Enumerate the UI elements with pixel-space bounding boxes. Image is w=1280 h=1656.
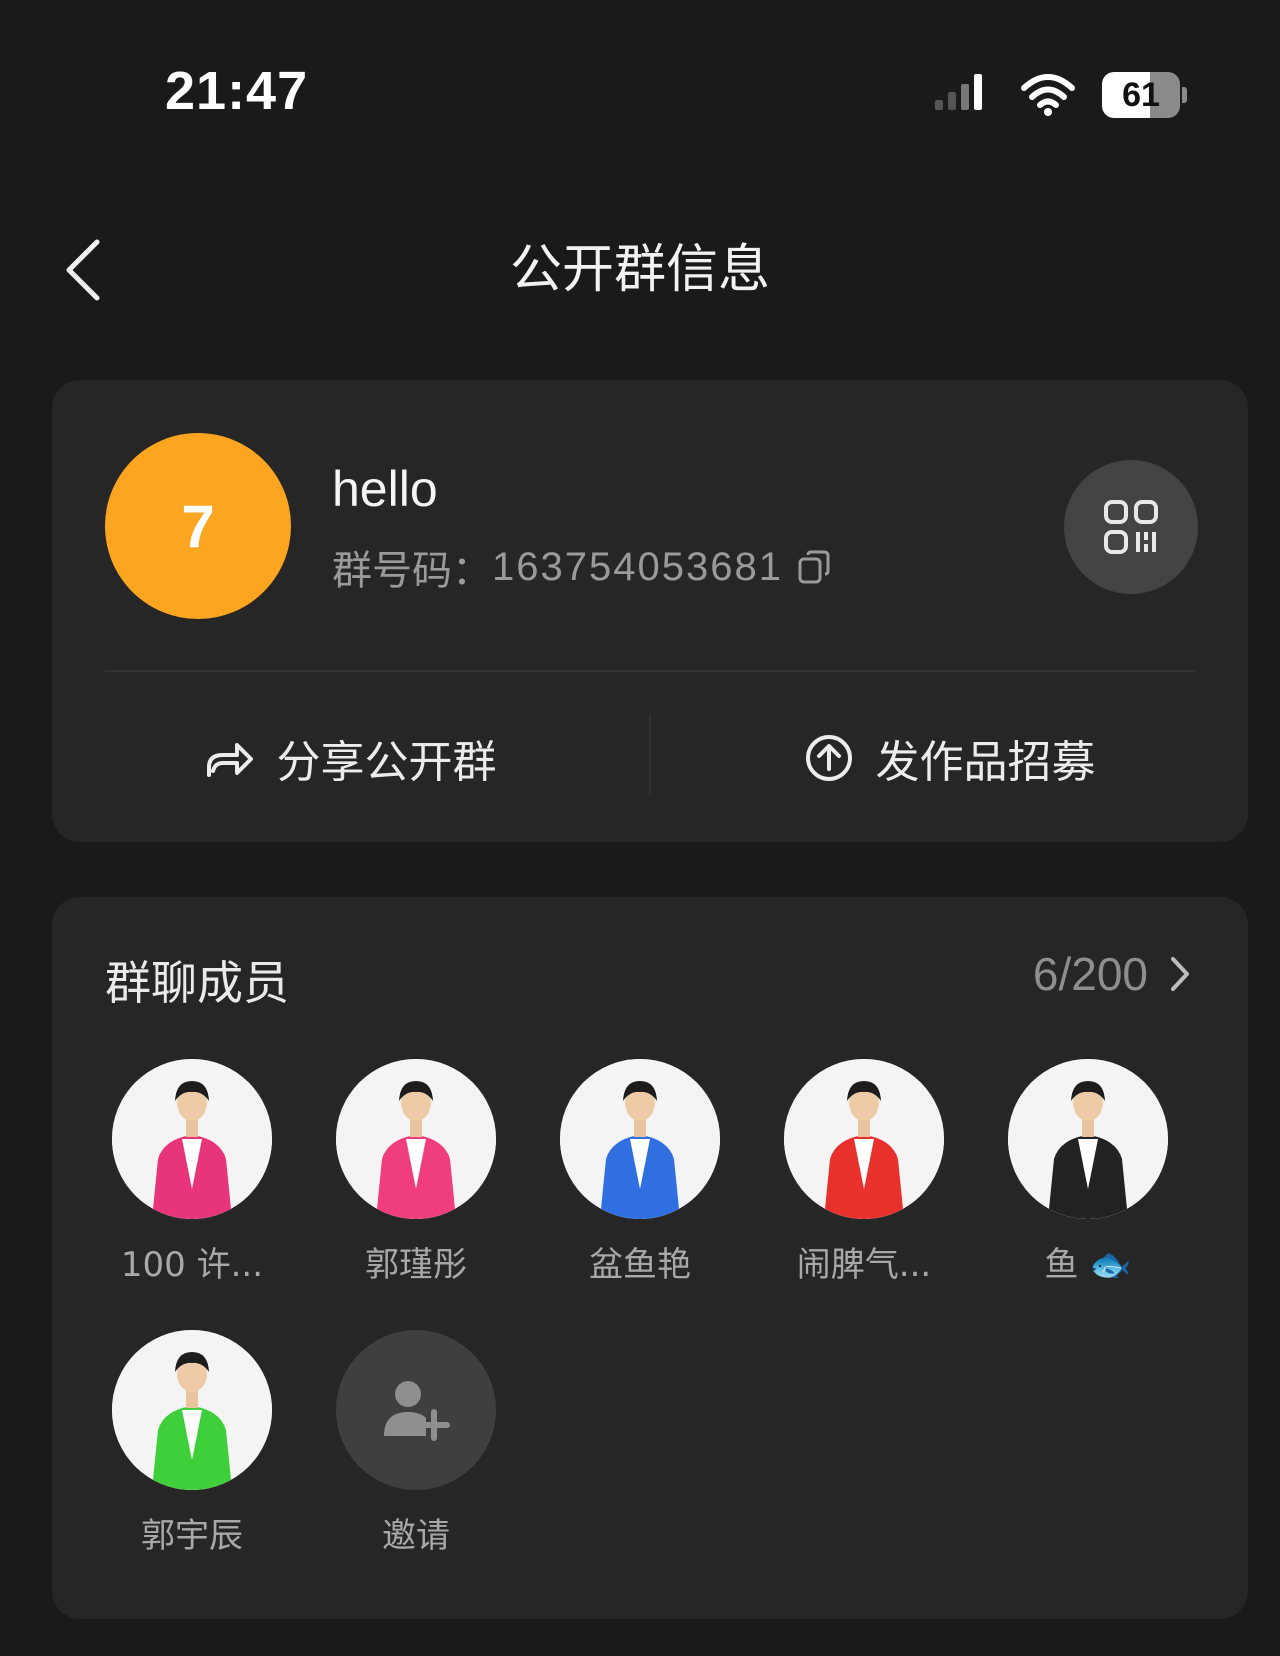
add-user-icon <box>384 1381 450 1441</box>
member-name: 郭宇辰 <box>141 1516 243 1556</box>
battery-body: 61 <box>1102 72 1180 118</box>
status-bar: 21:47 61 <box>0 0 1280 190</box>
group-id-row: 群号码： 163754053681 <box>332 538 831 596</box>
member-avatar <box>560 1059 720 1219</box>
group-avatar[interactable]: 7 <box>105 433 291 619</box>
share-group-button[interactable]: 分享公开群 <box>52 710 649 806</box>
member-avatar <box>784 1059 944 1219</box>
battery-level: 61 <box>1122 76 1160 114</box>
member-item[interactable]: 鱼 🐟 <box>976 1059 1200 1286</box>
member-avatar <box>1008 1059 1168 1219</box>
member-item[interactable]: 闹脾气... <box>752 1059 976 1286</box>
invite-member-button[interactable]: 邀请 <box>304 1330 528 1557</box>
share-arrow-icon <box>206 743 253 777</box>
member-item[interactable]: 郭瑾彤 <box>304 1059 528 1286</box>
publish-recruit-button[interactable]: 发作品招募 <box>651 710 1248 806</box>
members-title: 群聊成员 <box>105 956 289 1010</box>
copy-icon[interactable] <box>797 549 831 585</box>
status-time: 21:47 <box>165 61 309 121</box>
wifi-icon <box>1021 74 1075 116</box>
divider <box>105 670 1195 672</box>
back-button[interactable] <box>48 230 118 310</box>
member-photo <box>560 1059 720 1219</box>
member-name: 100 许... <box>120 1245 264 1285</box>
member-photo <box>112 1059 272 1219</box>
battery-tip <box>1182 87 1187 103</box>
member-avatar <box>112 1059 272 1219</box>
chevron-right-icon <box>1171 957 1189 991</box>
member-avatar <box>336 1059 496 1219</box>
invite-avatar <box>336 1330 496 1490</box>
group-id-label: 群号码： <box>332 548 492 594</box>
member-name: 盆鱼艳 <box>589 1245 691 1285</box>
member-name: 闹脾气... <box>796 1245 932 1285</box>
members-count-link[interactable]: 6/200 <box>1033 947 1190 1001</box>
upload-circle-icon <box>805 735 852 781</box>
share-group-label: 分享公开群 <box>276 737 497 788</box>
member-item[interactable]: 100 许... <box>80 1059 304 1286</box>
member-photo <box>784 1059 944 1219</box>
qr-code-button[interactable] <box>1064 460 1198 594</box>
page-title: 公开群信息 <box>509 240 770 300</box>
member-name: 郭瑾彤 <box>365 1245 467 1285</box>
signal-icon <box>935 74 982 110</box>
member-photo <box>112 1330 272 1490</box>
nav-bar: 公开群信息 <box>0 210 1280 330</box>
group-id-value: 163754053681 <box>492 544 783 589</box>
chevron-left-icon <box>66 239 100 301</box>
member-photo <box>336 1059 496 1219</box>
group-info-card: 7 hello 群号码： 163754053681 分享公开群 发作品招募 <box>52 380 1248 842</box>
member-photo <box>1008 1059 1168 1219</box>
publish-recruit-label: 发作品招募 <box>875 737 1096 788</box>
member-item[interactable]: 郭宇辰 <box>80 1330 304 1557</box>
member-avatar <box>112 1330 272 1490</box>
members-count: 6/200 <box>1032 948 1148 1000</box>
member-name: 鱼 🐟 <box>1044 1245 1132 1285</box>
battery-icon: 61 <box>1102 72 1187 120</box>
member-item[interactable]: 盆鱼艳 <box>528 1059 752 1286</box>
group-name: hello <box>332 461 438 517</box>
qr-code-icon <box>1104 500 1158 554</box>
members-card: 群聊成员 6/200 100 许... 郭瑾彤 盆鱼艳 闹脾气... 鱼 🐟 郭宇辰 邀请 <box>52 897 1248 1619</box>
invite-label: 邀请 <box>382 1516 450 1556</box>
